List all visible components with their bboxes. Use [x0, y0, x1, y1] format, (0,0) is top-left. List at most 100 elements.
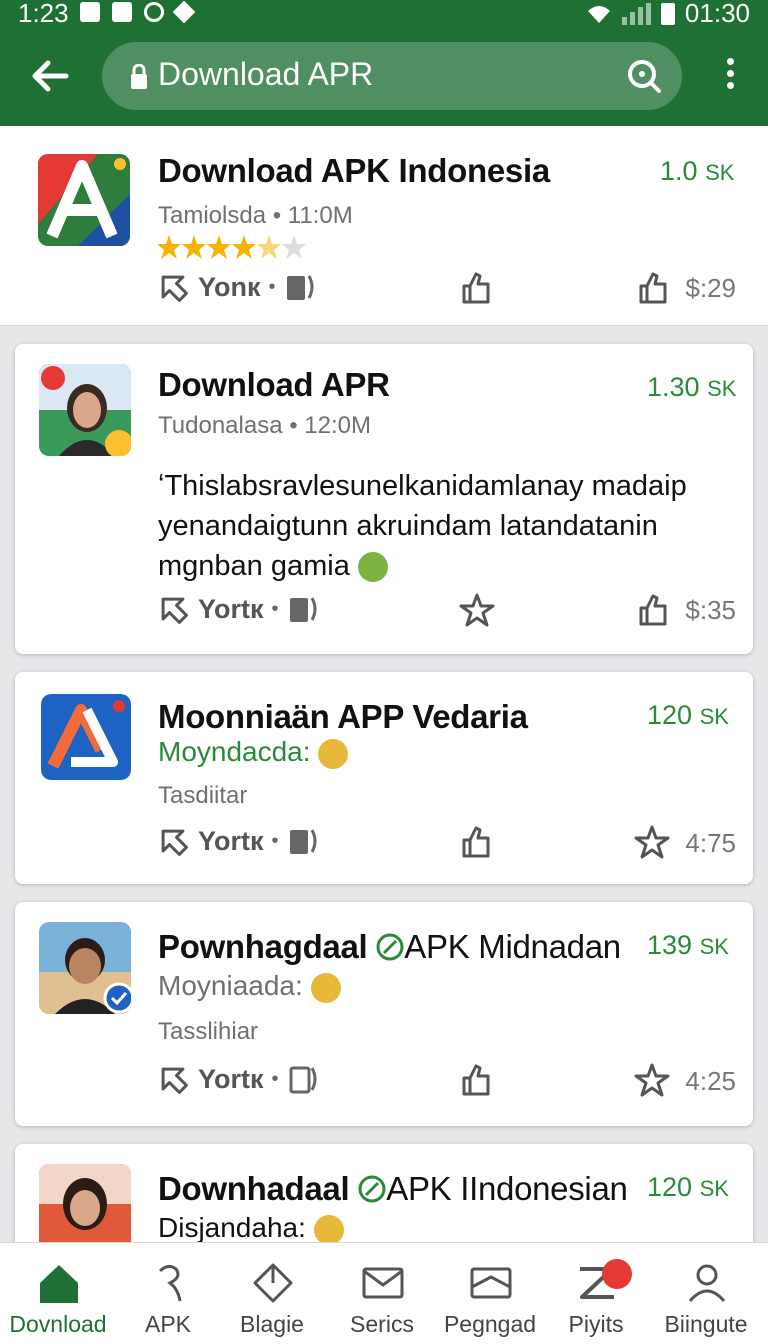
nav-download[interactable]: Dovnload — [4, 1243, 112, 1344]
share-button[interactable]: Yortк • — [156, 592, 321, 626]
like-button[interactable] — [458, 824, 494, 865]
search-input[interactable]: Download APR — [158, 56, 373, 93]
notification-icon — [80, 2, 100, 22]
document-icon — [289, 597, 317, 622]
app-meta: Tamiolsda • 11:0M — [158, 202, 353, 229]
battery-icon — [660, 2, 675, 25]
app-title[interactable]: Download APR — [158, 366, 390, 404]
share-label: Yortк — [198, 1063, 264, 1094]
inbox-icon — [470, 1267, 512, 1299]
share-icon — [161, 1067, 188, 1094]
app-subtitle: Moyndacda: — [158, 736, 349, 769]
nav-blagie[interactable]: Blagie — [218, 1243, 326, 1344]
card-right-actions: $:35 — [635, 592, 736, 628]
app-icon — [38, 154, 130, 246]
mail-icon — [362, 1267, 404, 1299]
verified-icon — [376, 933, 404, 961]
arrow-left-icon — [32, 60, 69, 92]
nav-piyits[interactable]: Piyits — [542, 1243, 650, 1344]
app-title[interactable]: Moonniaän APP Vedaria — [158, 698, 528, 736]
favorite-button[interactable] — [458, 592, 496, 635]
signal-icon — [621, 2, 651, 25]
search-button[interactable] — [624, 56, 664, 96]
upvote-icon[interactable] — [635, 270, 671, 306]
thumbs-up-icon — [462, 272, 490, 304]
search-bar[interactable]: Download APR — [102, 42, 682, 110]
document-icon — [286, 275, 314, 300]
app-subtitle: Disjandaha: — [158, 1212, 344, 1245]
status-bar: 1:23 01:30 — [0, 0, 768, 28]
more-options-button[interactable] — [722, 58, 738, 94]
thumbs-up-icon — [462, 826, 490, 858]
app-card[interactable]: Pownhagdaal APK Midnadan 139 SK Moyniaad… — [15, 902, 753, 1126]
app-size: 139 SK — [647, 930, 729, 960]
card-value: 4:75 — [685, 827, 736, 858]
app-size: 1.30 SK — [647, 372, 737, 402]
share-button[interactable]: Yortк • — [156, 1062, 321, 1096]
card-actions: Yortк • 4:75 — [156, 824, 736, 864]
app-card[interactable]: Download APK Indonesia 1.0 SK Tamiolsda … — [0, 126, 768, 326]
status-clock: 01:30 — [684, 0, 750, 28]
emoji-icon — [313, 1214, 344, 1245]
card-right-actions: 4:25 — [633, 1062, 736, 1100]
share-button[interactable]: Yonк • — [156, 270, 318, 304]
emoji-icon — [318, 738, 349, 769]
app-size: 120 SK — [647, 700, 729, 730]
star-icon[interactable] — [633, 1062, 671, 1100]
app-subtitle: Moyniaada: — [158, 970, 341, 1003]
nav-apk[interactable]: APK — [114, 1243, 222, 1344]
app-card[interactable]: Moonniaän APP Vedaria 120 SK Moyndacda: … — [15, 672, 753, 884]
app-description: ʻThislabsravlesunelkanidamlanay madaip y… — [158, 470, 687, 583]
lock-icon — [131, 64, 147, 89]
app-size: 1.0 SK — [660, 156, 735, 186]
diamond-icon — [253, 1263, 293, 1303]
alarm-icon — [144, 2, 164, 22]
share-button[interactable]: Yortк • — [156, 824, 321, 858]
share-icon — [161, 275, 188, 302]
home-icon — [40, 1265, 78, 1303]
app-icon — [39, 922, 131, 1014]
card-value: $:29 — [685, 272, 736, 303]
star-icon — [459, 593, 495, 627]
diamond-icon — [172, 0, 196, 24]
upvote-icon[interactable] — [635, 592, 671, 628]
notification-icon — [112, 2, 132, 22]
status-time: 1:23 — [18, 0, 69, 28]
emoji-icon — [357, 552, 388, 583]
app-meta: Tasdiitar — [158, 782, 248, 809]
bottom-navigation: Dovnload APK Blagie Serics Pegngad Piyit… — [0, 1242, 768, 1344]
document-icon — [289, 829, 317, 854]
nav-pegngad[interactable]: Pegngad — [436, 1243, 544, 1344]
like-button[interactable] — [458, 270, 494, 311]
app-title[interactable]: Pownhagdaal APK Midnadan — [158, 928, 621, 966]
app-icon — [39, 364, 131, 456]
app-title[interactable]: Downhadaal APK IIndonesian — [158, 1170, 628, 1208]
card-value: $:35 — [685, 594, 736, 625]
document-icon — [289, 1066, 317, 1094]
thumbs-up-icon — [462, 1064, 490, 1096]
nav-serics[interactable]: Serics — [328, 1243, 436, 1344]
back-button[interactable] — [28, 54, 72, 98]
person-icon — [688, 1264, 726, 1303]
notification-badge — [602, 1259, 650, 1289]
app-size: 120 SK — [647, 1172, 729, 1202]
card-actions: Yortк • $:35 — [156, 592, 736, 632]
emoji-icon — [310, 972, 341, 1003]
share-icon — [161, 597, 188, 624]
nav-biingute[interactable]: Biingute — [652, 1243, 760, 1344]
app-title[interactable]: Download APK Indonesia — [158, 152, 550, 190]
card-actions: Yortк • 4:25 — [156, 1062, 736, 1102]
share-label: Yortк — [198, 593, 264, 624]
search-icon — [628, 60, 661, 93]
app-bar: 1:23 01:30 Download APR — [0, 0, 768, 126]
star-icon[interactable] — [633, 824, 671, 862]
card-value: 4:25 — [685, 1065, 736, 1096]
share-icon — [161, 829, 188, 856]
share-label: Yortк — [198, 825, 264, 856]
rating-stars — [157, 234, 307, 262]
apk-icon — [158, 1264, 182, 1302]
wifi-icon — [587, 5, 610, 23]
status-right: 01:30 — [586, 0, 750, 29]
like-button[interactable] — [458, 1062, 494, 1103]
app-card[interactable]: Download APR 1.30 SK Tudonalasa • 12:0M … — [15, 344, 753, 654]
